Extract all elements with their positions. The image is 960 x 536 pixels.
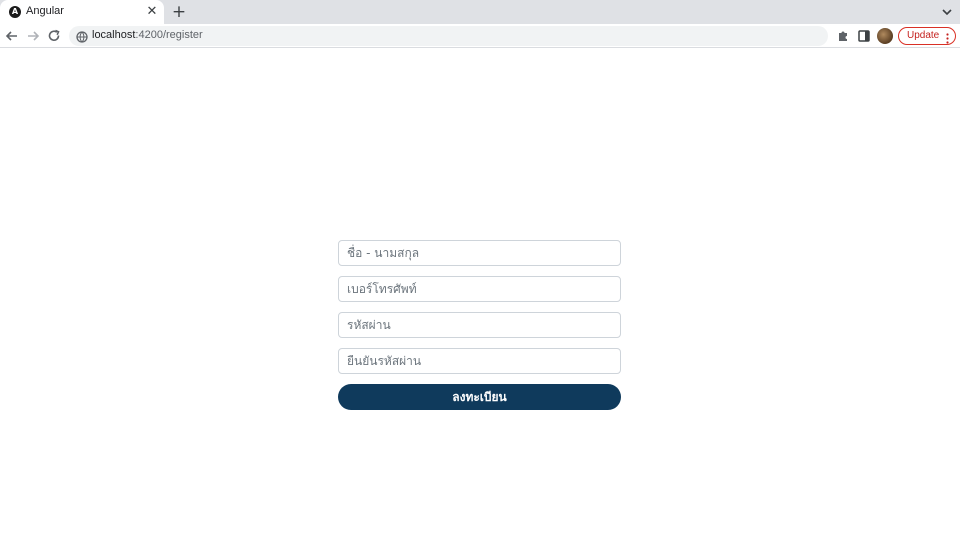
url-path: :4200/register — [135, 29, 203, 41]
reload-icon[interactable] — [45, 27, 63, 45]
url-text: localhost:4200/register — [92, 29, 203, 41]
tab-strip: A Angular ✕ + — [0, 0, 960, 24]
angular-logo-icon: A — [9, 6, 21, 18]
password-input[interactable] — [338, 312, 621, 338]
new-tab-button[interactable]: + — [170, 3, 188, 21]
extensions-puzzle-icon[interactable] — [835, 28, 851, 44]
url-host: localhost — [92, 29, 136, 41]
update-button[interactable]: Update — [898, 27, 956, 45]
page-content: ลงทะเบียน — [0, 49, 960, 536]
update-label: Update — [907, 30, 940, 41]
address-bar[interactable]: localhost:4200/register — [69, 26, 828, 46]
register-button[interactable]: ลงทะเบียน — [338, 384, 621, 410]
phone-input[interactable] — [338, 276, 621, 302]
kebab-menu-icon — [946, 31, 949, 44]
tab-title: Angular — [26, 5, 64, 17]
site-info-icon[interactable] — [76, 30, 88, 43]
side-panel-icon[interactable] — [856, 28, 872, 44]
tab-angular[interactable]: A Angular ✕ — [0, 0, 164, 24]
profile-avatar[interactable] — [877, 28, 893, 44]
browser-toolbar: localhost:4200/register Update — [0, 24, 960, 48]
forward-arrow-icon[interactable] — [24, 27, 42, 45]
confirm-password-input[interactable] — [338, 348, 621, 374]
tab-search-chevron-icon[interactable] — [940, 4, 954, 20]
back-arrow-icon[interactable] — [3, 27, 21, 45]
close-tab-icon[interactable]: ✕ — [144, 4, 160, 20]
fullname-input[interactable] — [338, 240, 621, 266]
